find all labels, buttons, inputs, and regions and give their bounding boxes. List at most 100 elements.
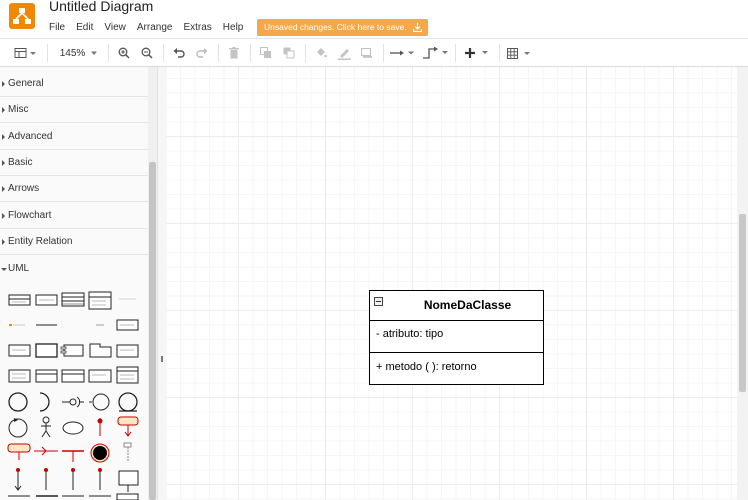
menu-edit[interactable]: Edit xyxy=(76,21,93,35)
palette-shape-join-red[interactable] xyxy=(62,450,84,462)
palette-shape-class-4[interactable] xyxy=(88,291,112,310)
palette-shape-class[interactable] xyxy=(8,294,31,306)
zoom-out-button[interactable] xyxy=(138,39,156,67)
palette-shape-frame-2[interactable] xyxy=(8,493,139,500)
palette-shape-frame[interactable] xyxy=(89,343,112,358)
toolbar-separator xyxy=(108,44,109,62)
sidebar-splitter[interactable] xyxy=(157,67,167,500)
palette-shape-final-node[interactable] xyxy=(90,443,110,463)
redo-icon xyxy=(196,48,208,58)
document-title[interactable]: Untitled Diagram xyxy=(49,0,153,14)
menu-help[interactable]: Help xyxy=(223,21,244,35)
zoom-in-icon xyxy=(118,47,130,59)
palette-shape-lifeline-2[interactable] xyxy=(14,468,22,491)
sidebar-section-arrows[interactable]: Arrows xyxy=(0,176,148,202)
sidebar-section-label: Entity Relation xyxy=(8,236,73,247)
menu-file[interactable]: File xyxy=(49,21,65,35)
canvas-scrollbar-thumb[interactable] xyxy=(739,214,746,392)
diagram-canvas[interactable] xyxy=(167,67,737,500)
palette-shape-class-3[interactable] xyxy=(61,292,85,307)
sidebar-section-flowchart[interactable]: Flowchart xyxy=(0,203,148,229)
table-icon xyxy=(507,47,530,59)
palette-shape-class-9[interactable] xyxy=(116,366,139,384)
undo-button[interactable] xyxy=(170,39,188,67)
uml-class-method[interactable]: + metodo ( ): retorno xyxy=(376,357,477,377)
chevron-right-icon xyxy=(2,213,5,219)
format-panel-icon xyxy=(14,48,36,58)
to-front-button[interactable] xyxy=(257,39,275,67)
palette-shape-package[interactable] xyxy=(35,343,58,358)
palette-shape-attribute[interactable] xyxy=(9,324,25,326)
palette-shape-actor[interactable] xyxy=(41,416,51,438)
palette-shape-note[interactable] xyxy=(116,319,139,331)
toolbar: 145% xyxy=(0,38,748,67)
format-panel-button[interactable] xyxy=(10,39,40,67)
zoom-in-button[interactable] xyxy=(115,39,133,67)
sidebar-section-general[interactable]: General xyxy=(0,71,148,97)
menu-arrange[interactable]: Arrange xyxy=(137,21,173,35)
sidebar-scrollbar-thumb[interactable] xyxy=(149,162,156,500)
uml-class-divider xyxy=(370,352,543,353)
palette-shape-component[interactable] xyxy=(60,344,84,357)
palette-shape-interface[interactable] xyxy=(8,344,31,357)
toolbar-separator xyxy=(218,44,219,62)
palette-shape-boundary[interactable] xyxy=(8,392,28,412)
uml-class-header[interactable]: NomeDaClasse xyxy=(370,291,543,321)
chevron-right-icon xyxy=(2,186,5,192)
sidebar-section-uml[interactable]: UML xyxy=(0,256,148,282)
connection-dropdown[interactable] xyxy=(389,39,415,67)
palette-shape-box[interactable] xyxy=(116,344,139,358)
sidebar-section-misc[interactable]: Misc xyxy=(0,97,148,123)
sidebar-section-entity-relation[interactable]: Entity Relation xyxy=(0,229,148,255)
zoom-dropdown[interactable]: 145% xyxy=(56,39,102,67)
palette-shape-lollipop[interactable] xyxy=(89,393,110,411)
palette-shape-flow-red[interactable] xyxy=(34,446,58,456)
chevron-right-icon xyxy=(2,134,5,140)
palette-shape-lifeline-3[interactable] xyxy=(44,468,48,490)
palette-shape-use-case[interactable] xyxy=(62,421,84,435)
palette-shape-lifeline[interactable] xyxy=(123,442,132,462)
chevron-right-icon xyxy=(2,239,5,245)
zoom-out-icon xyxy=(141,47,153,59)
shadow-button[interactable] xyxy=(358,39,376,67)
redo-button[interactable] xyxy=(193,39,211,67)
menu-view[interactable]: View xyxy=(104,21,126,35)
palette-shape-class-5[interactable] xyxy=(8,369,31,383)
palette-shape-lifeline-red[interactable] xyxy=(97,418,103,436)
palette-shape-class-2[interactable] xyxy=(35,294,58,306)
drawio-logo-icon[interactable] xyxy=(9,3,35,29)
shadow-icon xyxy=(361,48,372,58)
palette-shape-class-7[interactable] xyxy=(61,369,85,383)
chevron-down-icon xyxy=(1,268,7,271)
palette-shape-provided-interface[interactable] xyxy=(62,396,84,408)
uml-class-shape[interactable]: NomeDaClasse - atributo: tipo + metodo (… xyxy=(369,290,544,385)
undo-icon xyxy=(173,48,185,58)
uml-class-name[interactable]: NomeDaClasse xyxy=(370,291,543,320)
palette-shape-class-8[interactable] xyxy=(88,369,112,383)
to-back-button[interactable] xyxy=(280,39,298,67)
delete-button[interactable] xyxy=(225,39,243,67)
palette-shape-arc[interactable] xyxy=(39,392,50,412)
toolbar-separator xyxy=(455,44,456,62)
palette-shape-activity-orange[interactable] xyxy=(7,443,31,460)
table-dropdown[interactable] xyxy=(505,39,535,67)
line-color-button[interactable] xyxy=(335,39,353,67)
palette-shape-lifeline-5[interactable] xyxy=(98,468,102,490)
menu-extras[interactable]: Extras xyxy=(183,21,211,35)
insert-dropdown[interactable] xyxy=(463,39,493,67)
fill-color-button[interactable] xyxy=(312,39,330,67)
palette-shape-control[interactable] xyxy=(8,418,28,438)
uml-class-attribute[interactable]: - atributo: tipo xyxy=(376,320,443,348)
palette-shape-entity[interactable] xyxy=(118,392,138,412)
sidebar-section-advanced[interactable]: Advanced xyxy=(0,124,148,150)
palette-shape-class-6[interactable] xyxy=(35,369,58,383)
sidebar-section-basic[interactable]: Basic xyxy=(0,150,148,176)
toolbar-separator xyxy=(47,44,48,62)
unsaved-changes-button[interactable]: Unsaved changes. Click here to save. xyxy=(257,19,428,36)
palette-shape-lifeline-4[interactable] xyxy=(71,468,75,490)
splitter-grip-icon xyxy=(161,356,163,362)
waypoints-dropdown[interactable] xyxy=(421,39,449,67)
chevron-right-icon xyxy=(2,81,5,87)
palette-shape-state-orange[interactable] xyxy=(117,416,139,437)
palette-shape-box-2[interactable] xyxy=(118,470,139,492)
